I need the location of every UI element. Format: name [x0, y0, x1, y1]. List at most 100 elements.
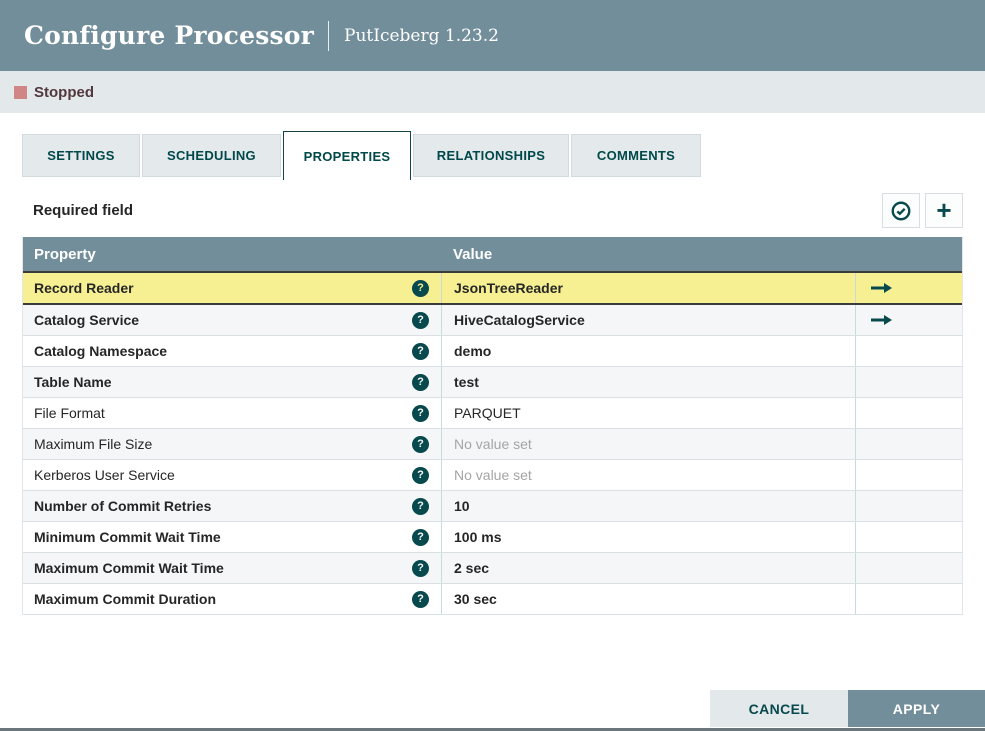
value-cell[interactable]: JsonTreeReader — [441, 273, 855, 303]
help-icon[interactable] — [412, 342, 429, 360]
tab-settings[interactable]: SETTINGS — [22, 134, 140, 177]
property-column-header: Property — [34, 245, 96, 263]
link-cell — [855, 367, 962, 397]
property-cell: Maximum Commit Duration — [23, 584, 441, 614]
value-cell[interactable]: test — [441, 367, 855, 397]
property-value: HiveCatalogService — [454, 312, 585, 328]
status-bar: Stopped — [0, 71, 985, 113]
tab-label: COMMENTS — [596, 148, 676, 163]
table-row[interactable]: Number of Commit Retries 10 — [23, 491, 962, 522]
properties-table: Property Value Record Reader JsonTreeRea… — [22, 237, 963, 615]
cancel-button[interactable]: CANCEL — [710, 690, 848, 727]
property-cell: Record Reader — [23, 273, 441, 303]
property-name: Table Name — [34, 374, 112, 390]
property-value: No value set — [454, 467, 532, 483]
value-cell[interactable]: No value set — [441, 460, 855, 490]
property-name: Record Reader — [34, 280, 134, 296]
properties-table-rows: Record Reader JsonTreeReader Catalog Ser… — [23, 271, 962, 615]
table-row[interactable]: Catalog Service HiveCatalogService — [23, 305, 962, 336]
value-cell[interactable]: 2 sec — [441, 553, 855, 583]
check-circle-icon — [891, 201, 911, 220]
property-cell: Catalog Namespace — [23, 336, 441, 366]
property-name: Maximum Commit Wait Time — [34, 560, 224, 576]
configure-processor-dialog: Configure Processor PutIceberg 1.23.2 St… — [0, 0, 985, 731]
dialog-header: Configure Processor PutIceberg 1.23.2 — [0, 0, 985, 71]
tab-scheduling[interactable]: SCHEDULING — [142, 134, 281, 177]
link-cell — [855, 553, 962, 583]
table-row[interactable]: Catalog Namespace demo — [23, 336, 962, 367]
value-cell[interactable]: 10 — [441, 491, 855, 521]
property-cell: Table Name — [23, 367, 441, 397]
property-cell: File Format — [23, 398, 441, 428]
title-divider — [328, 20, 330, 51]
help-icon[interactable] — [412, 435, 429, 453]
required-field-label: Required field — [33, 202, 134, 219]
property-value: 30 sec — [454, 591, 497, 607]
tab-label: SCHEDULING — [167, 148, 256, 163]
tab-label: PROPERTIES — [303, 148, 391, 164]
property-value: No value set — [454, 436, 532, 452]
value-cell[interactable]: 100 ms — [441, 522, 855, 552]
table-row[interactable]: Maximum File Size No value set — [23, 429, 962, 460]
value-cell[interactable]: HiveCatalogService — [441, 305, 855, 335]
link-cell — [855, 429, 962, 459]
property-value: test — [454, 374, 479, 390]
help-icon[interactable] — [412, 404, 429, 422]
link-cell — [855, 305, 962, 335]
property-name: Number of Commit Retries — [34, 498, 212, 514]
table-row[interactable]: Kerberos User Service No value set — [23, 460, 962, 491]
help-icon[interactable] — [412, 590, 429, 608]
add-property-button[interactable] — [925, 193, 963, 228]
go-to-service-icon[interactable] — [870, 282, 894, 294]
table-header-row: Property Value — [23, 237, 962, 271]
property-value: 10 — [454, 498, 470, 514]
tab-comments[interactable]: COMMENTS — [571, 134, 701, 177]
plus-icon — [936, 197, 951, 224]
help-icon[interactable] — [412, 311, 429, 329]
value-column-header: Value — [453, 245, 493, 263]
help-icon[interactable] — [412, 466, 429, 484]
tab-label: RELATIONSHIPS — [436, 148, 546, 163]
tab-bar: SETTINGS SCHEDULING PROPERTIES RELATIONS… — [22, 131, 963, 180]
link-cell — [855, 273, 962, 303]
verify-properties-button[interactable] — [882, 193, 920, 228]
property-name: Kerberos User Service — [34, 467, 175, 483]
table-row[interactable]: Maximum Commit Wait Time 2 sec — [23, 553, 962, 584]
table-row[interactable]: Table Name test — [23, 367, 962, 398]
property-name: Maximum File Size — [34, 436, 153, 452]
tab-relationships[interactable]: RELATIONSHIPS — [413, 134, 569, 177]
property-value: demo — [454, 343, 492, 359]
toolbar-buttons — [882, 193, 963, 228]
property-name: File Format — [34, 405, 105, 421]
tab-properties[interactable]: PROPERTIES — [283, 131, 411, 180]
value-cell[interactable]: PARQUET — [441, 398, 855, 428]
link-cell — [855, 522, 962, 552]
value-cell[interactable]: demo — [441, 336, 855, 366]
property-name: Maximum Commit Duration — [34, 591, 217, 607]
go-to-service-icon[interactable] — [870, 314, 894, 326]
property-cell: Maximum Commit Wait Time — [23, 553, 441, 583]
value-cell[interactable]: 30 sec — [441, 584, 855, 614]
tab-label: SETTINGS — [47, 148, 115, 163]
property-value: PARQUET — [454, 405, 521, 421]
table-row[interactable]: Record Reader JsonTreeReader — [23, 271, 962, 305]
dialog-title: Configure Processor — [24, 21, 315, 50]
property-cell: Minimum Commit Wait Time — [23, 522, 441, 552]
table-row[interactable]: File Format PARQUET — [23, 398, 962, 429]
help-icon[interactable] — [412, 528, 429, 546]
status-label: Stopped — [34, 83, 94, 101]
value-cell[interactable]: No value set — [441, 429, 855, 459]
property-name: Minimum Commit Wait Time — [34, 529, 221, 545]
table-row[interactable]: Minimum Commit Wait Time 100 ms — [23, 522, 962, 553]
link-cell — [855, 491, 962, 521]
help-icon[interactable] — [412, 559, 429, 577]
property-value: JsonTreeReader — [454, 280, 563, 296]
help-icon[interactable] — [412, 279, 429, 297]
help-icon[interactable] — [412, 373, 429, 391]
link-cell — [855, 460, 962, 490]
help-icon[interactable] — [412, 497, 429, 515]
apply-button[interactable]: APPLY — [848, 690, 985, 727]
table-row[interactable]: Maximum Commit Duration 30 sec — [23, 584, 962, 615]
properties-toolbar: Required field — [22, 193, 963, 228]
stopped-indicator-icon — [14, 85, 27, 99]
